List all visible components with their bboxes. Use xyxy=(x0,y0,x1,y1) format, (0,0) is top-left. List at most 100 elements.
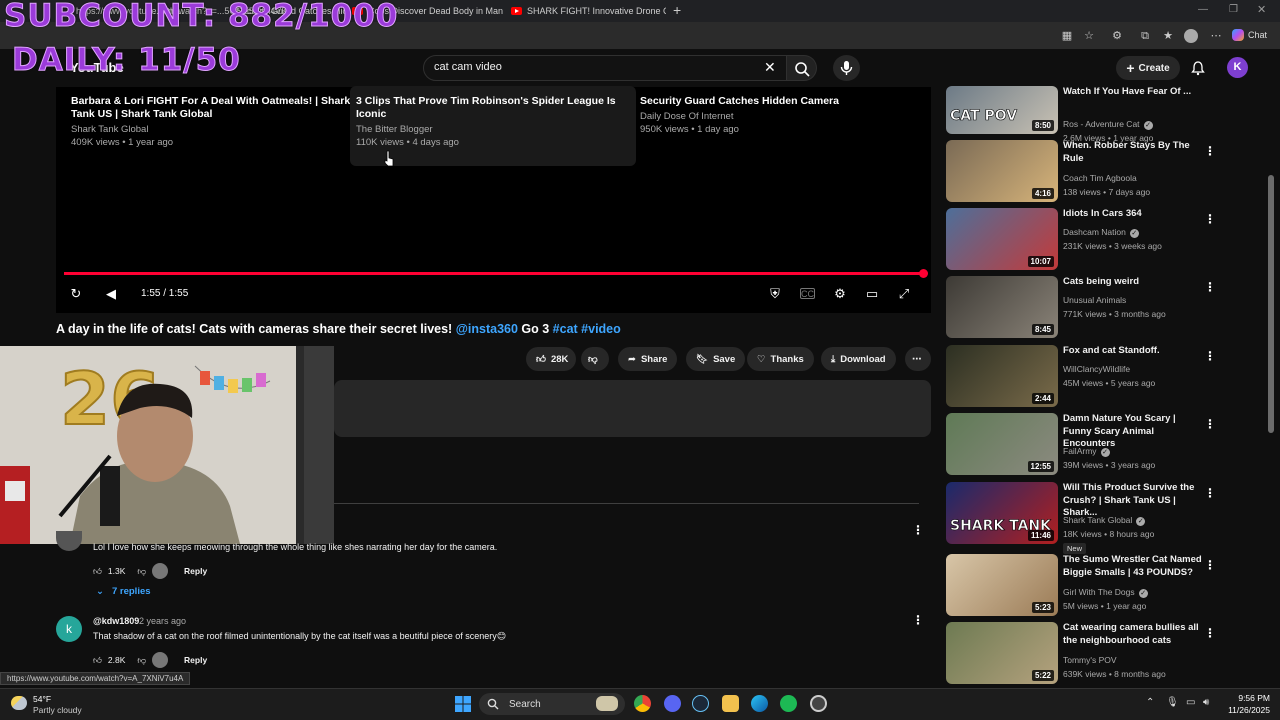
edge-icon[interactable] xyxy=(751,695,768,712)
recommendation-item[interactable]: 5:23 The Sumo Wrestler Cat Named Biggie S… xyxy=(946,554,1266,618)
recommendation-channel[interactable]: Dashcam Nation ✓ xyxy=(1063,227,1139,238)
recommendation-item[interactable]: 2:44 Fox and cat Standoff. WillClancyWildl… xyxy=(946,345,1266,409)
close-window-icon[interactable]: ✕ xyxy=(1257,3,1266,16)
recommendation-more-icon[interactable]: ⋮ xyxy=(1204,486,1216,500)
browser-tab[interactable]: SHARK FIGHT! Innovative Drone C ✕ xyxy=(511,2,666,20)
apps-icon[interactable]: ▦ xyxy=(1060,29,1074,43)
share-button[interactable]: ➦ Share xyxy=(618,347,678,371)
comment-author[interactable]: @kdw1809 xyxy=(93,616,139,626)
recommendation-channel[interactable]: FailArmy ✓ xyxy=(1063,446,1110,457)
recommendation-thumbnail[interactable]: 4:16 xyxy=(946,140,1058,202)
dislike-button[interactable]: 👎︎ xyxy=(581,347,609,371)
clear-search-icon[interactable]: ✕ xyxy=(764,59,776,76)
comment-avatar[interactable]: k xyxy=(56,616,82,642)
comment-dislike-icon[interactable]: 👎︎ xyxy=(137,566,146,577)
microphone-tray-icon[interactable]: 🎙︎ xyxy=(1166,697,1179,708)
captions-icon[interactable]: CC xyxy=(800,288,815,299)
comment-reply-button[interactable]: Reply xyxy=(184,566,207,576)
recommendation-item[interactable]: SHARK TANK 11:46 Will This Product Survive… xyxy=(946,482,1266,554)
app-icon[interactable] xyxy=(810,695,827,712)
download-button[interactable]: ⤓ Download xyxy=(821,347,896,371)
fullscreen-icon[interactable]: ⤢ xyxy=(896,286,912,302)
extensions-icon[interactable]: ⚙ xyxy=(1110,29,1124,43)
recommendation-title[interactable]: Damn Nature You Scary | Funny Scary Anim… xyxy=(1063,413,1203,451)
spotify-icon[interactable] xyxy=(780,695,797,712)
recommendation-more-icon[interactable]: ⋮ xyxy=(1204,144,1216,158)
account-avatar[interactable]: K xyxy=(1227,57,1248,78)
recommendation-more-icon[interactable]: ⋮ xyxy=(1204,417,1216,431)
recommendation-more-icon[interactable]: ⋮ xyxy=(1204,626,1216,640)
end-screen-card[interactable]: Barbara & Lori FIGHT For A Deal With Oat… xyxy=(71,95,351,169)
comment-like-icon[interactable]: 👍︎ xyxy=(93,655,102,666)
split-screen-icon[interactable]: ⧉ xyxy=(1138,29,1152,43)
copilot-chat-button[interactable]: Chat xyxy=(1232,27,1274,43)
progress-scrubber[interactable] xyxy=(919,269,928,278)
recommendation-item[interactable]: 12:55 Damn Nature You Scary | Funny Scary… xyxy=(946,413,1266,477)
recommendation-title[interactable]: When. Robber Stays By The Rule xyxy=(1063,140,1203,165)
save-button[interactable]: 🔖︎ Save xyxy=(686,347,746,371)
file-explorer-icon[interactable] xyxy=(722,695,739,712)
new-tab-button[interactable]: + xyxy=(673,2,681,18)
favorite-star-icon[interactable]: ☆ xyxy=(1082,29,1096,43)
theater-mode-icon[interactable]: ▭ xyxy=(864,286,880,302)
network-icon[interactable]: ▭ xyxy=(1186,697,1195,708)
end-screen-card[interactable]: 3 Clips That Prove Tim Robinson's Spider… xyxy=(356,95,626,169)
recommendation-thumbnail[interactable]: 8:45 xyxy=(946,276,1058,338)
recommendation-more-icon[interactable]: ⋮ xyxy=(1204,349,1216,363)
clock-date[interactable]: 11/26/2025 xyxy=(1220,705,1270,715)
page-scrollbar[interactable] xyxy=(1268,175,1274,433)
voice-search-button[interactable] xyxy=(833,55,860,81)
tray-chevron-up-icon[interactable]: ⌃ xyxy=(1146,697,1154,708)
recommendation-item[interactable]: 4:16 When. Robber Stays By The Rule Coach … xyxy=(946,140,1266,204)
recommendation-channel[interactable]: Girl With The Dogs ✓ xyxy=(1063,587,1148,598)
recommendation-title[interactable]: Cats being weird xyxy=(1063,276,1203,289)
recommendation-thumbnail[interactable]: CAT POV 8:50 xyxy=(946,86,1058,134)
replay-icon[interactable]: ↻ xyxy=(68,286,84,302)
comment-more-icon[interactable]: ⋮ xyxy=(912,614,924,626)
profile-avatar[interactable] xyxy=(1184,29,1198,43)
title-mention-link[interactable]: @insta360 xyxy=(456,322,518,336)
recommendation-more-icon[interactable]: ⋮ xyxy=(1204,280,1216,294)
more-actions-button[interactable]: ⋯ xyxy=(905,347,931,371)
comment-time[interactable]: 2 years ago xyxy=(139,616,186,626)
comment-dislike-icon[interactable]: 👎︎ xyxy=(137,655,146,666)
clock-time[interactable]: 9:56 PM xyxy=(1230,693,1270,703)
recommendation-title[interactable]: Idiots In Cars 364 xyxy=(1063,208,1203,221)
recommendation-channel[interactable]: Shark Tank Global ✓ xyxy=(1063,515,1146,526)
weather-icon[interactable] xyxy=(11,696,27,710)
comment-more-icon[interactable]: ⋮ xyxy=(912,524,924,536)
recommendation-thumbnail[interactable]: 5:23 xyxy=(946,554,1058,616)
description-box[interactable] xyxy=(334,380,931,437)
create-button[interactable]: + Create xyxy=(1116,56,1180,80)
recommendation-item[interactable]: 5:22 Cat wearing camera bullies all the n… xyxy=(946,622,1266,686)
recommendation-title[interactable]: Cat wearing camera bullies all the neigh… xyxy=(1063,622,1203,647)
show-replies-button[interactable]: ⌄ 7 replies xyxy=(96,586,151,597)
recommendation-title[interactable]: Will This Product Survive the Crush? | S… xyxy=(1063,482,1203,520)
title-hashtags-link[interactable]: #cat #video xyxy=(553,322,621,336)
weather-temperature[interactable]: 54°F xyxy=(33,694,51,704)
recommendation-channel[interactable]: WillClancyWildlife xyxy=(1063,364,1130,374)
recommendation-more-icon[interactable]: ⋮ xyxy=(1204,212,1216,226)
windows-start-icon[interactable] xyxy=(455,696,471,712)
chrome-icon[interactable] xyxy=(634,695,651,712)
recommendation-title[interactable]: Watch If You Have Fear Of ... xyxy=(1063,86,1203,99)
recommendation-title[interactable]: Fox and cat Standoff. xyxy=(1063,345,1203,358)
volume-tray-icon[interactable]: 🔊︎ xyxy=(1203,697,1209,708)
recommendation-thumbnail[interactable]: 10:07 xyxy=(946,208,1058,270)
progress-bar[interactable] xyxy=(64,272,924,275)
more-menu-icon[interactable]: ⋯ xyxy=(1209,29,1223,43)
recommendation-title[interactable]: The Sumo Wrestler Cat Named Biggie Small… xyxy=(1063,554,1203,579)
recommendation-channel[interactable]: Coach Tim Agboola xyxy=(1063,173,1137,183)
comment-avatar[interactable] xyxy=(56,531,82,551)
shield-icon[interactable]: ⛨ xyxy=(767,286,783,302)
notifications-bell-icon[interactable] xyxy=(1190,60,1206,81)
recommendation-more-icon[interactable]: ⋮ xyxy=(1204,558,1216,572)
thanks-button[interactable]: ♡ Thanks xyxy=(747,347,814,371)
weather-description[interactable]: Partly cloudy xyxy=(33,705,82,715)
recommendation-thumbnail[interactable]: 12:55 xyxy=(946,413,1058,475)
comment-like-icon[interactable]: 👍︎ xyxy=(93,566,102,577)
recommendation-item[interactable]: 10:07 Idiots In Cars 364 Dashcam Nation ✓ 23… xyxy=(946,208,1266,272)
favorites-icon[interactable]: ★ xyxy=(1161,29,1175,43)
recommendation-thumbnail[interactable]: SHARK TANK 11:46 xyxy=(946,482,1058,544)
maximize-icon[interactable]: ❐ xyxy=(1229,4,1238,15)
